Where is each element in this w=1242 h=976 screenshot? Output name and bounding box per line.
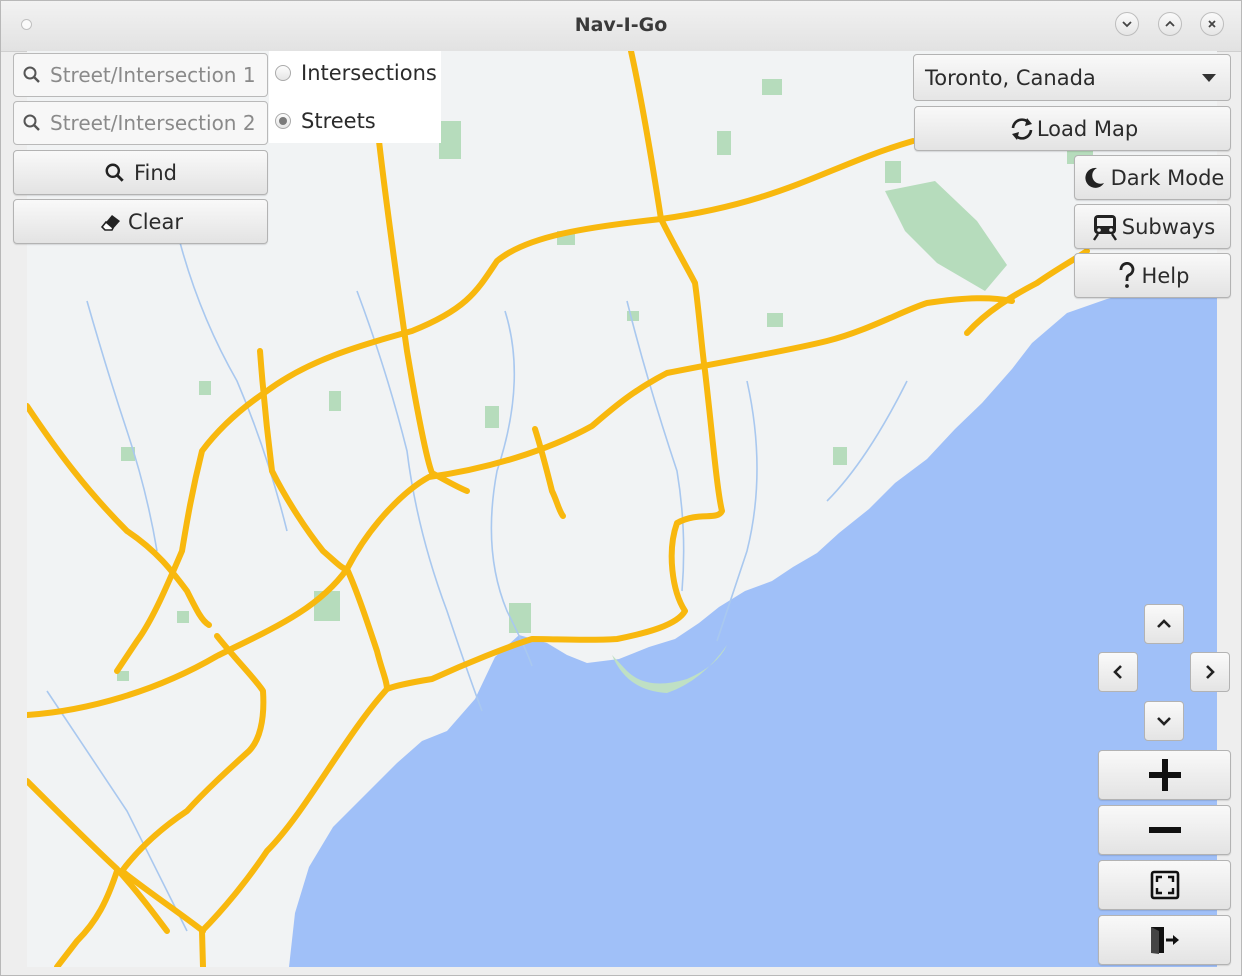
zoom-out-button[interactable] xyxy=(1098,805,1231,855)
refresh-icon xyxy=(1011,117,1033,140)
pan-down-button[interactable] xyxy=(1144,701,1184,741)
chevron-right-icon xyxy=(1206,665,1215,679)
chevron-up-icon xyxy=(1157,619,1171,628)
clear-button[interactable]: Clear xyxy=(13,199,268,244)
street-field-1-placeholder: Street/Intersection 1 xyxy=(50,63,256,87)
search-icon xyxy=(23,66,40,83)
dark-mode-label: Dark Mode xyxy=(1110,165,1225,190)
close-icon xyxy=(1208,20,1216,28)
train-icon xyxy=(1092,214,1117,241)
maximize-button[interactable] xyxy=(1158,12,1182,36)
find-button-label: Find xyxy=(133,160,178,185)
help-button[interactable]: Help xyxy=(1074,253,1231,298)
chevron-down-icon xyxy=(1157,717,1171,726)
chevron-down-icon xyxy=(1122,21,1132,28)
find-button[interactable]: Find xyxy=(13,150,268,195)
mode-radio-group: Intersections Streets xyxy=(269,51,441,143)
close-button[interactable] xyxy=(1200,12,1224,36)
title-bar: Nav-I-Go xyxy=(1,1,1241,52)
street-field-1[interactable]: Street/Intersection 1 xyxy=(13,53,268,97)
fit-screen-icon xyxy=(1150,870,1179,900)
pan-right-button[interactable] xyxy=(1190,652,1230,692)
chevron-left-icon xyxy=(1113,665,1122,679)
dropdown-arrow-icon xyxy=(1202,74,1216,82)
dark-mode-button[interactable]: Dark Mode xyxy=(1074,155,1231,200)
subways-label: Subways xyxy=(1121,214,1216,239)
zoom-in-button[interactable] xyxy=(1098,750,1231,800)
exit-button[interactable] xyxy=(1098,915,1231,965)
map-select-dropdown[interactable]: Toronto, Canada xyxy=(913,54,1231,101)
minimize-button[interactable] xyxy=(1115,12,1139,36)
radio-intersections-label: Intersections xyxy=(301,61,437,85)
radio-streets-label: Streets xyxy=(301,109,376,133)
load-map-button[interactable]: Load Map xyxy=(914,106,1231,151)
radio-intersections[interactable]: Intersections xyxy=(275,61,437,85)
app-window: Nav-I-Go Street/Intersection 1 Street/In… xyxy=(0,0,1242,976)
search-icon xyxy=(23,114,40,131)
question-icon xyxy=(1119,261,1134,288)
plus-icon xyxy=(1148,759,1181,791)
radio-streets[interactable]: Streets xyxy=(275,109,376,133)
map-select-value: Toronto, Canada xyxy=(925,65,1096,90)
pan-left-button[interactable] xyxy=(1098,652,1138,692)
fit-to-screen-button[interactable] xyxy=(1098,860,1231,910)
minus-icon xyxy=(1148,827,1181,833)
window-title: Nav-I-Go xyxy=(574,14,668,36)
street-field-2-placeholder: Street/Intersection 2 xyxy=(50,111,256,135)
exit-icon xyxy=(1150,927,1179,954)
street-field-2[interactable]: Street/Intersection 2 xyxy=(13,101,268,145)
pan-up-button[interactable] xyxy=(1144,604,1184,644)
search-icon xyxy=(105,163,124,182)
clear-button-label: Clear xyxy=(128,209,183,234)
chevron-up-icon xyxy=(1165,20,1175,27)
radio-streets-indicator[interactable] xyxy=(275,113,291,129)
load-map-label: Load Map xyxy=(1036,116,1139,141)
radio-intersections-indicator[interactable] xyxy=(275,65,291,81)
eraser-icon xyxy=(100,214,121,231)
moon-icon xyxy=(1085,167,1104,188)
help-label: Help xyxy=(1141,263,1190,288)
subways-button[interactable]: Subways xyxy=(1074,204,1231,249)
